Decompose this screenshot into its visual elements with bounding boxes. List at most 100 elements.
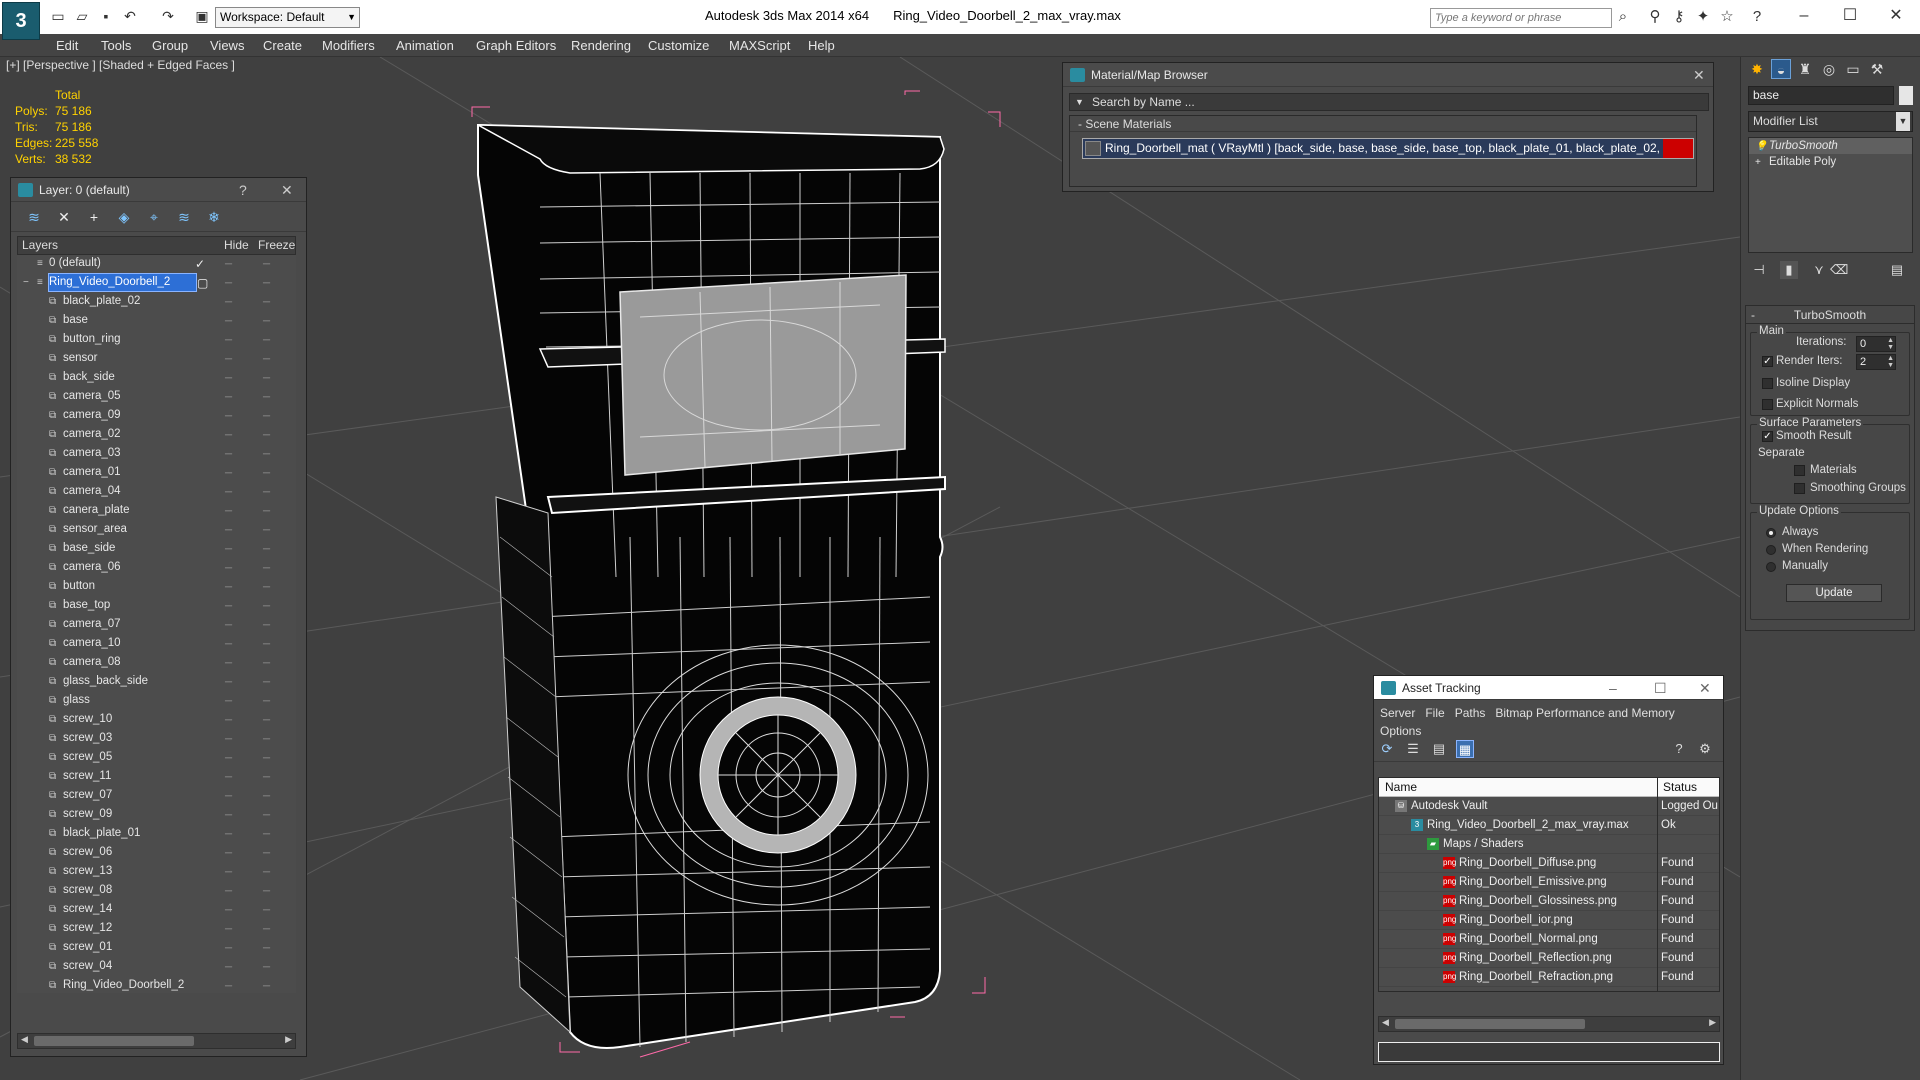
freeze-toggle[interactable]: ─ bbox=[263, 977, 270, 993]
freeze-toggle[interactable]: ─ bbox=[263, 730, 270, 749]
freeze-toggle[interactable]: ─ bbox=[263, 350, 270, 369]
freeze-toggle[interactable]: ─ bbox=[263, 901, 270, 920]
layer-row[interactable]: ⧉ screw_04 ─ ─ bbox=[17, 958, 296, 977]
menu-group[interactable]: Group bbox=[152, 38, 188, 53]
hide-toggle[interactable]: ─ bbox=[225, 407, 232, 426]
object-name-field[interactable]: base bbox=[1748, 86, 1894, 105]
hide-toggle[interactable]: ─ bbox=[225, 312, 232, 331]
scroll-left-icon[interactable]: ◀ bbox=[21, 1034, 28, 1045]
freeze-toggle[interactable]: ─ bbox=[263, 787, 270, 806]
hide-toggle[interactable]: ─ bbox=[225, 844, 232, 863]
scene-materials-header[interactable]: - Scene Materials bbox=[1070, 116, 1696, 132]
hide-toggle[interactable]: ─ bbox=[225, 806, 232, 825]
freeze-toggle[interactable]: ─ bbox=[263, 540, 270, 559]
binoculars-icon[interactable]: ⚲ bbox=[1646, 8, 1664, 26]
freeze-toggle[interactable]: ─ bbox=[263, 331, 270, 350]
menu-help[interactable]: Help bbox=[808, 38, 835, 53]
hide-toggle[interactable]: ─ bbox=[225, 274, 232, 293]
freeze-toggle[interactable]: ─ bbox=[263, 825, 270, 844]
hide-toggle[interactable]: ─ bbox=[225, 711, 232, 730]
freeze-toggle[interactable]: ─ bbox=[263, 483, 270, 502]
asset-tracking-header[interactable]: Asset Tracking – ☐ ✕ bbox=[1374, 676, 1723, 700]
layer-horizontal-scrollbar[interactable]: ◀ ▶ bbox=[17, 1033, 296, 1049]
freeze-toggle[interactable]: ─ bbox=[263, 958, 270, 977]
freeze-toggle[interactable]: ─ bbox=[263, 255, 270, 274]
hide-toggle[interactable]: ─ bbox=[225, 350, 232, 369]
viewport-label[interactable]: [+] [Perspective ] [Shaded + Edged Faces… bbox=[6, 58, 235, 72]
separate-smoothing-checkbox[interactable] bbox=[1794, 483, 1805, 494]
freeze-toggle[interactable]: ─ bbox=[263, 711, 270, 730]
hide-toggle[interactable]: ─ bbox=[225, 730, 232, 749]
hide-toggle[interactable]: ─ bbox=[225, 882, 232, 901]
asset-row[interactable]: png Ring_Doorbell_Reflection.png Found bbox=[1379, 949, 1719, 968]
layer-row[interactable]: ⧉ camera_01 ─ ─ bbox=[17, 464, 296, 483]
layer-list[interactable]: ≡ 0 (default) ✓ ─ ─ ≡ − Ring_Video_Doorbell_2 ▢ ─… bbox=[17, 255, 296, 993]
layer-panel-header[interactable]: Layer: 0 (default) ? ✕ bbox=[11, 178, 306, 202]
freeze-toggle[interactable]: ─ bbox=[263, 768, 270, 787]
scroll-right-icon[interactable]: ▶ bbox=[285, 1034, 292, 1045]
layer-row[interactable]: ⧉ camera_09 ─ ─ bbox=[17, 407, 296, 426]
collapse-icon[interactable]: - bbox=[1751, 306, 1755, 324]
explicit-normals-checkbox[interactable] bbox=[1762, 399, 1773, 410]
freeze-toggle[interactable]: ─ bbox=[263, 749, 270, 768]
hide-toggle[interactable]: ─ bbox=[225, 863, 232, 882]
freeze-toggle[interactable]: ─ bbox=[263, 521, 270, 540]
close-button[interactable]: ✕ bbox=[1876, 4, 1916, 28]
hide-toggle[interactable]: ─ bbox=[225, 787, 232, 806]
asset-menu-bitmap-performance-and-memory[interactable]: Bitmap Performance and Memory bbox=[1495, 706, 1674, 720]
layer-row[interactable]: ⧉ screw_12 ─ ─ bbox=[17, 920, 296, 939]
layer-row[interactable]: ⧉ screw_08 ─ ─ bbox=[17, 882, 296, 901]
col-freeze[interactable]: Freeze bbox=[258, 237, 295, 254]
menu-animation[interactable]: Animation bbox=[396, 38, 454, 53]
object-color-swatch[interactable] bbox=[1899, 86, 1913, 105]
layer-row[interactable]: ⧉ camera_06 ─ ─ bbox=[17, 559, 296, 578]
hide-toggle[interactable]: ─ bbox=[225, 749, 232, 768]
hide-toggle[interactable]: ─ bbox=[225, 293, 232, 312]
material-entry[interactable]: Ring_Doorbell_mat ( VRayMtl ) [back_side… bbox=[1082, 138, 1694, 159]
freeze-toggle[interactable]: ─ bbox=[263, 274, 270, 293]
make-unique-icon[interactable]: ⋎ bbox=[1810, 261, 1828, 279]
layer-row[interactable]: ⧉ black_plate_02 ─ ─ bbox=[17, 293, 296, 312]
freeze-toggle[interactable]: ─ bbox=[263, 445, 270, 464]
help-question-icon[interactable]: ? bbox=[1670, 740, 1688, 758]
col-name[interactable]: Name bbox=[1385, 778, 1417, 797]
menu-graph-editors[interactable]: Graph Editors bbox=[476, 38, 556, 53]
freeze-toggle[interactable]: ─ bbox=[263, 654, 270, 673]
freeze-toggle[interactable]: ─ bbox=[263, 882, 270, 901]
refresh-icon[interactable]: ⟳ bbox=[1378, 740, 1396, 758]
minimize-asset-button[interactable]: – bbox=[1609, 676, 1617, 700]
current-layer-check-icon[interactable]: ✓ bbox=[195, 255, 205, 274]
asset-menu-file[interactable]: File bbox=[1425, 706, 1444, 720]
freeze-toggle[interactable]: ─ bbox=[263, 369, 270, 388]
hide-toggle[interactable]: ─ bbox=[225, 426, 232, 445]
help-icon[interactable]: ? bbox=[1748, 8, 1766, 26]
layer-row[interactable]: ⧉ screw_13 ─ ─ bbox=[17, 863, 296, 882]
create-tab-icon[interactable]: ✸ bbox=[1747, 59, 1767, 79]
hide-toggle[interactable]: ─ bbox=[225, 825, 232, 844]
freeze-toggle[interactable]: ─ bbox=[263, 559, 270, 578]
configure-modifier-sets-icon[interactable]: ▤ bbox=[1888, 261, 1906, 279]
hide-toggle[interactable]: ─ bbox=[225, 939, 232, 958]
freeze-all-layers-icon[interactable]: ❄ bbox=[205, 208, 223, 226]
layer-row[interactable]: ⧉ glass_back_side ─ ─ bbox=[17, 673, 296, 692]
search-icon[interactable]: ⌕ bbox=[1614, 8, 1632, 26]
asset-row[interactable]: png Ring_Doorbell_Refraction.png Found bbox=[1379, 968, 1719, 987]
freeze-toggle[interactable]: ─ bbox=[263, 502, 270, 521]
modify-tab-icon[interactable]: ◒ bbox=[1771, 59, 1791, 79]
maximize-asset-button[interactable]: ☐ bbox=[1654, 676, 1667, 700]
subscription-icon[interactable]: ⚷ bbox=[1670, 8, 1688, 26]
layer-row[interactable]: ⧉ black_plate_01 ─ ─ bbox=[17, 825, 296, 844]
freeze-toggle[interactable]: ─ bbox=[263, 293, 270, 312]
hide-toggle[interactable]: ─ bbox=[225, 521, 232, 540]
search-options-icon[interactable]: ▼ bbox=[1075, 94, 1084, 110]
menu-edit[interactable]: Edit bbox=[56, 38, 78, 53]
layer-row[interactable]: ⧉ camera_02 ─ ─ bbox=[17, 426, 296, 445]
freeze-toggle[interactable]: ─ bbox=[263, 407, 270, 426]
asset-row[interactable]: ⛁ Autodesk Vault Logged Ou bbox=[1379, 797, 1719, 816]
freeze-toggle[interactable]: ─ bbox=[263, 426, 270, 445]
layer-row[interactable]: ⧉ camera_05 ─ ─ bbox=[17, 388, 296, 407]
context-help-icon[interactable]: ⚙ bbox=[1696, 740, 1714, 758]
remove-modifier-icon[interactable]: ⌫ bbox=[1830, 261, 1848, 279]
layer-row[interactable]: ⧉ camera_08 ─ ─ bbox=[17, 654, 296, 673]
select-objects-icon[interactable]: ◈ bbox=[115, 208, 133, 226]
